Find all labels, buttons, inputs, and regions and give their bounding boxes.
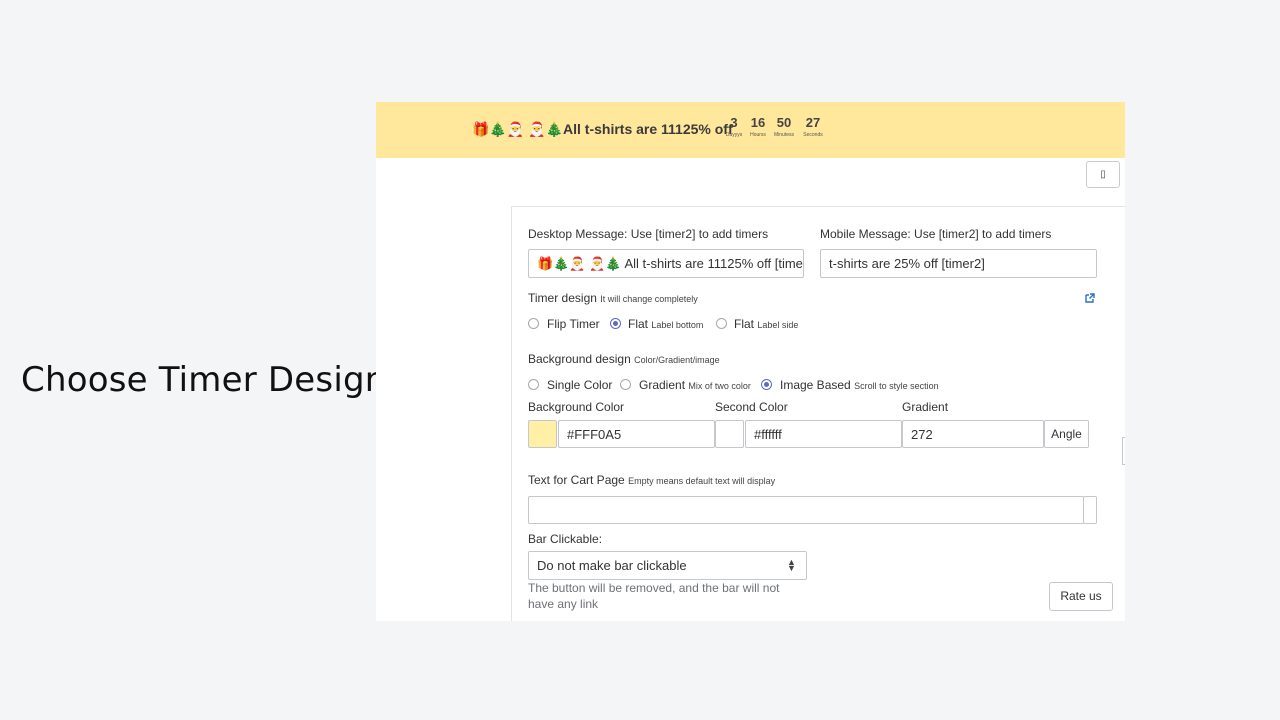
external-link-icon[interactable] xyxy=(1085,293,1095,303)
mobile-device-icon: ▯ xyxy=(1100,169,1106,180)
radio-single-color[interactable] xyxy=(528,379,539,390)
timer-minutes-value: 50 xyxy=(776,115,792,130)
second-color-input[interactable]: #ffffff xyxy=(745,420,902,448)
radio-image-based-label[interactable]: Image Based Scroll to style section xyxy=(780,378,939,392)
cart-text-addon xyxy=(1083,496,1097,524)
radio-flat-label-bottom-label[interactable]: Flat Label bottom xyxy=(628,317,703,331)
angle-addon: Angle xyxy=(1044,420,1089,448)
timer-seconds-value: 27 xyxy=(805,115,821,130)
radio-flat-label-side[interactable] xyxy=(716,318,727,329)
background-color-swatch[interactable] xyxy=(528,420,557,448)
flat-side-text: Flat xyxy=(734,317,755,331)
background-color-label: Background Color xyxy=(528,400,625,414)
rate-us-button[interactable]: Rate us xyxy=(1049,582,1113,611)
radio-gradient-label[interactable]: Gradient Mix of two color xyxy=(639,378,751,392)
radio-gradient[interactable] xyxy=(620,379,631,390)
select-down-arrow-icon: ▼ xyxy=(787,563,796,573)
timer-seconds: 27 Seconds xyxy=(798,115,828,139)
cart-text-title: Text for Cart Page xyxy=(528,473,625,487)
gradient-text: Gradient xyxy=(639,378,686,392)
gradient-hint: Mix of two color xyxy=(688,381,751,391)
background-color-input[interactable]: #FFF0A5 xyxy=(558,420,715,448)
timer-design-label: Timer design It will change completely xyxy=(528,291,698,305)
timer-design-hint: It will change completely xyxy=(600,294,698,304)
background-design-title: Background design xyxy=(528,352,631,366)
cart-text-hint: Empty means default text will display xyxy=(628,476,776,486)
timer-minutes-label: Minutess xyxy=(773,132,794,138)
background-design-label: Background design Color/Gradient/image xyxy=(528,352,720,366)
background-design-hint: Color/Gradient/image xyxy=(634,355,720,365)
side-scroll-handle[interactable] xyxy=(1122,437,1125,465)
radio-flat-label-bottom[interactable] xyxy=(610,318,621,329)
timer-minutes: 50 Minutess xyxy=(769,115,799,139)
radio-single-color-label[interactable]: Single Color xyxy=(547,378,612,392)
mobile-message-input[interactable]: t-shirts are 25% off [timer2] xyxy=(820,249,1097,278)
timer-design-title: Timer design xyxy=(528,291,597,305)
flat-bottom-text: Flat xyxy=(628,317,649,331)
gradient-angle-input[interactable]: 272 xyxy=(902,420,1044,448)
settings-card: Desktop Message: Use [timer2] to add tim… xyxy=(511,206,1125,621)
app-screenshot: 🎁🎄🎅 🎅🎄 All t-shirts are 11125% off 3 Day… xyxy=(376,102,1125,621)
mobile-preview-button[interactable]: ▯ xyxy=(1086,161,1120,188)
preview-message: All t-shirts are 11125% off xyxy=(563,121,733,137)
cart-text-label: Text for Cart Page Empty means default t… xyxy=(528,473,775,487)
flip-timer-text: Flip Timer xyxy=(547,317,600,331)
cart-text-input[interactable] xyxy=(528,496,1084,524)
radio-flip-timer-label[interactable]: Flip Timer xyxy=(547,317,600,331)
radio-image-based[interactable] xyxy=(761,379,772,390)
second-color-label: Second Color xyxy=(715,400,788,414)
desktop-message-input[interactable]: 🎁🎄🎅 🎅🎄 All t-shirts are 11125% off [time… xyxy=(528,249,804,278)
image-based-hint: Scroll to style section xyxy=(854,381,939,391)
flat-bottom-hint: Label bottom xyxy=(651,320,704,330)
desktop-message-label: Desktop Message: Use [timer2] to add tim… xyxy=(528,227,769,241)
second-color-swatch[interactable] xyxy=(715,420,744,448)
bar-clickable-value: Do not make bar clickable xyxy=(537,558,687,573)
flat-side-hint: Label side xyxy=(757,320,799,330)
countdown-preview-bar: 🎁🎄🎅 🎅🎄 All t-shirts are 11125% off 3 Day… xyxy=(376,102,1125,158)
bar-clickable-select[interactable]: Do not make bar clickable xyxy=(528,551,807,580)
single-color-text: Single Color xyxy=(547,378,613,392)
bar-clickable-help: The button will be removed, and the bar … xyxy=(528,581,780,611)
mobile-message-label: Mobile Message: Use [timer2] to add time… xyxy=(820,227,1052,241)
radio-flat-label-side-label[interactable]: Flat Label side xyxy=(734,317,798,331)
radio-flip-timer[interactable] xyxy=(528,318,539,329)
bar-clickable-label: Bar Clickable: xyxy=(528,532,603,546)
slide-caption: Choose Timer Design xyxy=(21,360,387,400)
timer-seconds-label: Seconds xyxy=(803,132,823,138)
preview-emojis: 🎁🎄🎅 🎅🎄 xyxy=(472,121,564,137)
gradient-label: Gradient xyxy=(902,400,949,414)
image-based-text: Image Based xyxy=(780,378,851,392)
